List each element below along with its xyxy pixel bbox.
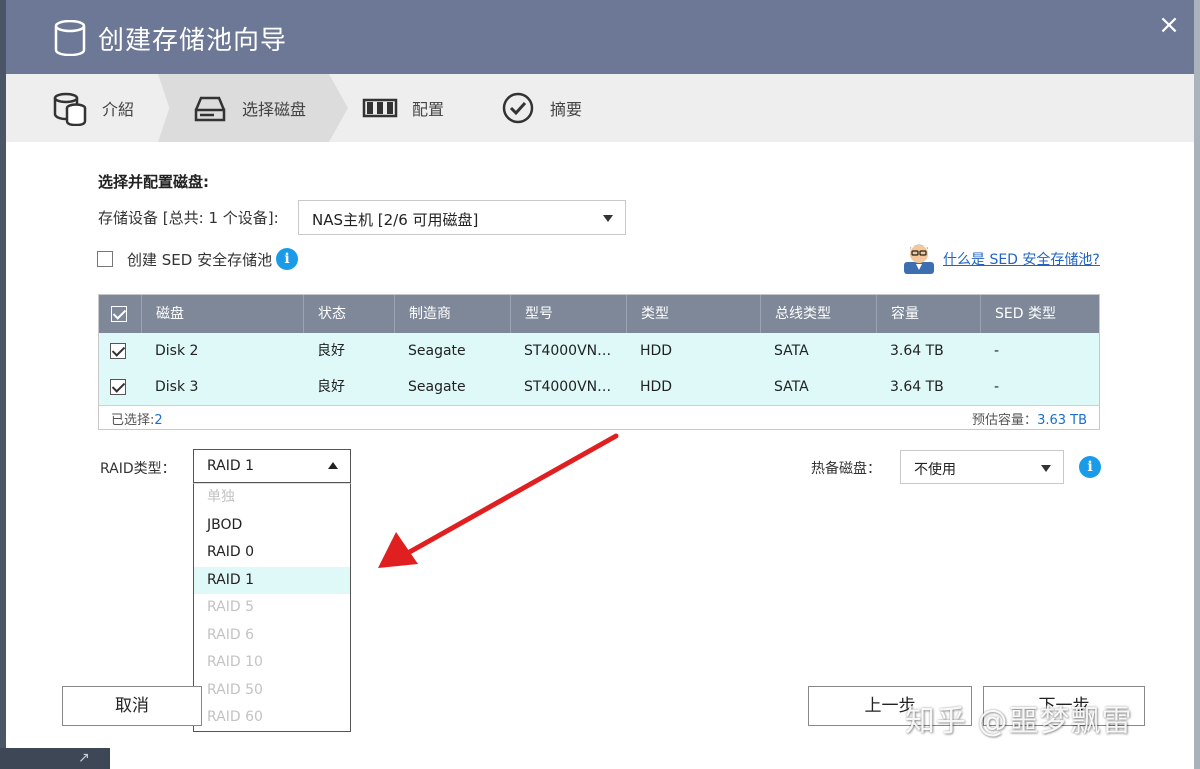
- cell-capacity: 3.64 TB: [890, 343, 944, 359]
- raid-option-raid5: RAID 5: [207, 599, 255, 615]
- estimated-capacity: 预估容量：3.63 TB: [972, 413, 1087, 428]
- raid-type-dropdown-menu: 单独 JBOD RAID 0 RAID 1 RAID 5 RAID 6 RAID…: [193, 483, 351, 732]
- cell-maker: Seagate: [408, 379, 466, 395]
- column-header[interactable]: 型号: [510, 295, 626, 333]
- header-select-all: [99, 295, 141, 333]
- external-link-icon: ↗: [78, 750, 90, 766]
- raid-config-icon: [362, 98, 398, 118]
- cell-disk: Disk 2: [155, 343, 199, 359]
- background-taskbar: [0, 748, 110, 769]
- cancel-button[interactable]: 取消: [62, 686, 202, 726]
- raid-option-raid6: RAID 6: [207, 626, 255, 643]
- watermark: 知乎 @噩梦飘雷: [905, 704, 1133, 739]
- raid-option-raid1[interactable]: RAID 1: [194, 566, 350, 594]
- background-app-edge-right: [1194, 0, 1200, 769]
- cell-sed: -: [994, 343, 1000, 359]
- hot-spare-label: 热备磁盘：: [811, 461, 881, 477]
- disk-table-footer: 已选择:2 预估容量：3.63 TB: [99, 405, 1099, 429]
- cell-type: HDD: [640, 343, 673, 359]
- dialog-titlebar: 创建存储池向导 ×: [6, 0, 1194, 74]
- helper-avatar-icon: [904, 244, 934, 274]
- storage-device-select[interactable]: NAS主机 [2/6 可用磁盘]: [298, 200, 626, 235]
- disk-table: 磁盘 状态 制造商 型号 类型 总线类型 容量 SED 类型 Disk 2 良好…: [98, 294, 1100, 430]
- raid-option-raid60: RAID 60: [207, 709, 263, 725]
- check-circle-icon: [502, 92, 534, 124]
- red-annotation-arrow: [378, 433, 619, 568]
- chevron-down-icon: [1041, 465, 1051, 472]
- column-header[interactable]: 制造商: [394, 295, 510, 333]
- selected-count: 已选择:2: [111, 413, 163, 428]
- cell-status: 良好: [317, 379, 345, 395]
- column-header[interactable]: 容量: [876, 295, 980, 333]
- cell-bus: SATA: [774, 379, 809, 395]
- cell-model: ST4000VN…: [524, 379, 612, 395]
- step-label: 介紹: [102, 100, 135, 119]
- cell-bus: SATA: [774, 343, 809, 359]
- storage-device-label: 存储设备 [总共: 1 个设备]:: [98, 209, 279, 227]
- raid-type-select[interactable]: RAID 1: [193, 449, 351, 483]
- raid-option-jbod[interactable]: JBOD: [194, 512, 350, 540]
- step-summary[interactable]: 摘要: [500, 74, 582, 142]
- info-icon[interactable]: i: [1079, 456, 1101, 478]
- column-header[interactable]: 类型: [626, 295, 760, 333]
- column-header[interactable]: SED 类型: [980, 295, 1099, 333]
- hot-spare-value: 不使用: [914, 462, 956, 478]
- wizard-steps: 介紹 选择磁盘 配置 摘要: [6, 74, 1194, 142]
- info-icon[interactable]: i: [276, 248, 298, 270]
- step-configure[interactable]: 配置: [362, 74, 444, 142]
- cell-maker: Seagate: [408, 343, 466, 359]
- select-all-checkbox[interactable]: [111, 306, 127, 322]
- column-header[interactable]: 磁盘: [141, 295, 303, 333]
- chevron-up-icon: [328, 462, 338, 469]
- table-row[interactable]: Disk 3 良好 Seagate ST4000VN… HDD SATA 3.6…: [99, 369, 1099, 405]
- step-label: 摘要: [550, 100, 583, 119]
- column-header[interactable]: 状态: [303, 295, 394, 333]
- column-header[interactable]: 总线类型: [760, 295, 876, 333]
- raid-option-single: 单独: [207, 489, 235, 505]
- raid-option-raid0[interactable]: RAID 0: [194, 539, 350, 567]
- database-icon: [54, 20, 86, 56]
- step-select-disks[interactable]: 选择磁盘: [192, 74, 306, 142]
- cell-model: ST4000VN…: [524, 343, 612, 359]
- sed-pool-checkbox[interactable]: [97, 251, 113, 267]
- cell-capacity: 3.64 TB: [890, 379, 944, 395]
- sed-pool-label: 创建 SED 安全存储池: [127, 251, 273, 269]
- create-storage-pool-wizard-dialog: 创建存储池向导 × 介紹 选择磁盘 配置 摘要 选择并配置磁盘: 存储设备 [总…: [6, 0, 1194, 769]
- row-checkbox[interactable]: [110, 379, 126, 395]
- step-label: 配置: [412, 100, 445, 119]
- section-title: 选择并配置磁盘:: [98, 173, 209, 191]
- table-row[interactable]: Disk 2 良好 Seagate ST4000VN… HDD SATA 3.6…: [99, 333, 1099, 369]
- disk-table-header: 磁盘 状态 制造商 型号 类型 总线类型 容量 SED 类型: [99, 295, 1099, 333]
- cell-sed: -: [994, 379, 1000, 395]
- raid-option-raid10: RAID 10: [207, 654, 263, 670]
- sed-help-link[interactable]: 什么是 SED 安全存储池?: [943, 249, 1100, 269]
- step-intro[interactable]: 介紹: [52, 74, 134, 142]
- raid-option-raid50: RAID 50: [207, 681, 263, 698]
- dialog-title: 创建存储池向导: [98, 26, 288, 56]
- raid-type-value: RAID 1: [207, 458, 255, 474]
- row-checkbox[interactable]: [110, 343, 126, 359]
- cell-status: 良好: [317, 343, 345, 359]
- storage-device-value: NAS主机 [2/6 可用磁盘]: [312, 211, 479, 229]
- cell-type: HDD: [640, 379, 673, 395]
- disk-drive-icon: [194, 96, 226, 122]
- close-button[interactable]: ×: [1156, 12, 1182, 38]
- hot-spare-select[interactable]: 不使用: [900, 450, 1064, 484]
- raid-type-label: RAID类型：: [100, 461, 176, 477]
- chevron-down-icon: [603, 215, 613, 222]
- cell-disk: Disk 3: [155, 379, 199, 395]
- database-icon: [53, 92, 87, 126]
- step-label: 选择磁盘: [242, 100, 307, 119]
